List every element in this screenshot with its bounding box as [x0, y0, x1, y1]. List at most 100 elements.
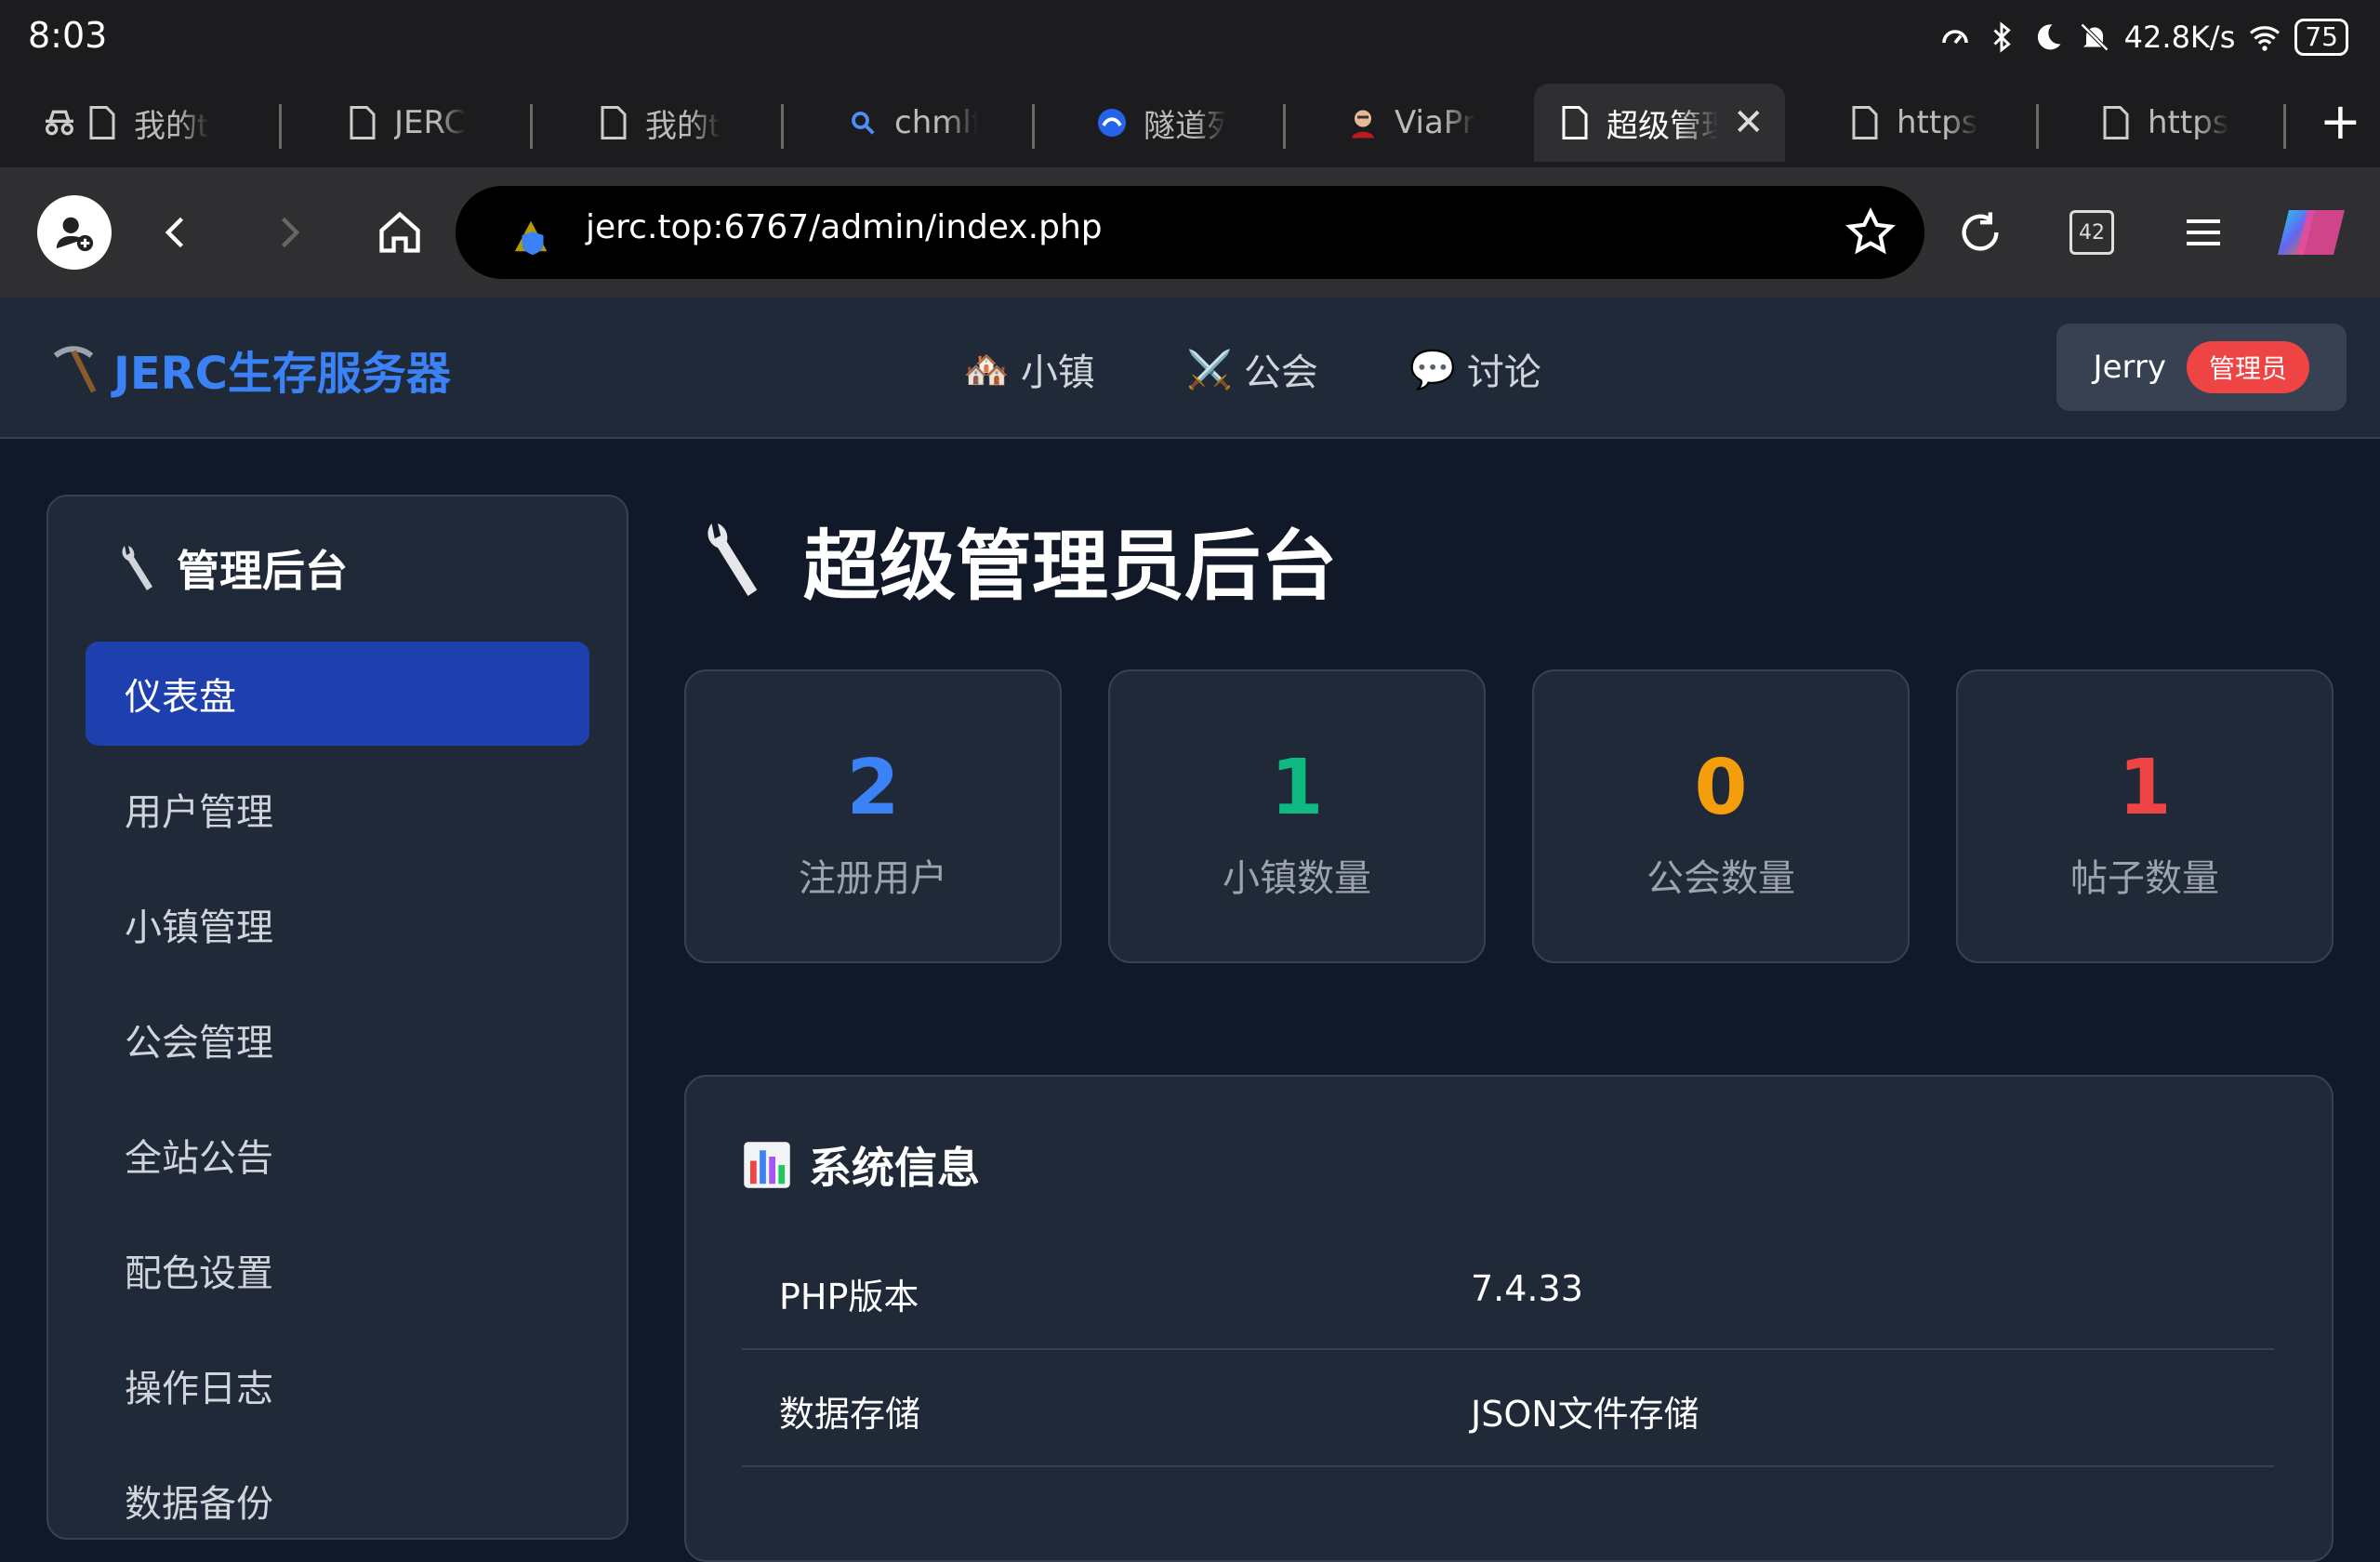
tab-separator [279, 104, 282, 149]
tab-separator [2283, 104, 2286, 149]
nav-discussion[interactable]: 💬 讨论 [1409, 342, 1541, 396]
home-icon [379, 211, 420, 253]
wrench-icon [707, 523, 758, 596]
stat-value: 0 [1694, 744, 1748, 832]
page-title-text: 超级管理员后台 [803, 523, 1338, 611]
menu-button[interactable] [2166, 195, 2241, 270]
info-value: 7.4.33 [1471, 1268, 1583, 1309]
document-icon [595, 104, 632, 141]
tab-2[interactable]: JERC [344, 84, 466, 162]
sidebar-item-towns[interactable]: 小镇管理 [86, 872, 589, 976]
copilot-button[interactable] [2274, 195, 2348, 270]
tab-label: https [2148, 104, 2229, 141]
tab-9[interactable]: https [2097, 84, 2229, 162]
sidebar-item-data-backup[interactable]: 数据备份 [86, 1449, 589, 1553]
info-value: JSON文件存储 [1471, 1394, 1699, 1435]
sidebar-item-users[interactable]: 用户管理 [86, 757, 589, 861]
site-logo-icon [1093, 104, 1130, 141]
tab-8[interactable]: https [1846, 84, 1978, 162]
document-icon [84, 104, 121, 141]
system-info-title-text: 系统信息 [809, 1143, 980, 1193]
tab-label: 我的t [645, 107, 721, 145]
close-tab-icon[interactable]: ✕ [1733, 101, 1765, 144]
sidebar-item-guilds[interactable]: 公会管理 [86, 987, 589, 1092]
incognito-icon [41, 104, 78, 141]
reload-icon [1962, 212, 1999, 251]
search-icon [844, 104, 881, 141]
profile-button[interactable] [37, 195, 112, 270]
speech-bubble-icon: 💬 [1409, 348, 1456, 391]
chevron-left-icon [165, 217, 184, 248]
new-tab-button[interactable]: + [2320, 97, 2361, 147]
wrench-icon [122, 546, 152, 590]
admin-sidebar: 管理后台 仪表盘 用户管理 小镇管理 公会管理 全站公告 配色设置 操作日志 数… [46, 495, 628, 1540]
address-bar[interactable]: jerc.top:6767/admin/index.php [456, 186, 1924, 279]
tab-6[interactable]: ViaPr [1344, 84, 1475, 162]
chevron-right-icon [281, 217, 300, 248]
tab-3[interactable]: 我的t [595, 84, 721, 162]
tab-7-active[interactable]: 超级管理 ✕ [1534, 84, 1785, 162]
hamburger-menu-icon [2187, 219, 2220, 245]
stat-card-guilds: 0 公会数量 [1532, 669, 1910, 963]
nav-label: 小镇 [1020, 351, 1095, 394]
sidebar-item-dashboard[interactable]: 仪表盘 [86, 642, 589, 746]
bookmark-star-icon[interactable] [1844, 206, 1897, 262]
user-name: Jerry [2093, 349, 2166, 386]
sidebar-item-color-settings[interactable]: 配色设置 [86, 1218, 589, 1322]
system-info-card: 系统信息 PHP版本 7.4.33 数据存储 JSON文件存储 [684, 1075, 2334, 1562]
user-menu[interactable]: Jerry 管理员 [2056, 324, 2347, 411]
tab-1[interactable]: 我的t [41, 84, 209, 162]
sidebar-item-announcements[interactable]: 全站公告 [86, 1103, 589, 1207]
network-speed: 42.8K/s [2123, 20, 2236, 55]
bell-off-icon [2080, 22, 2109, 52]
status-bar: 8:03 42.8K/s 75 [0, 0, 2380, 76]
reload-button[interactable] [1943, 195, 2017, 270]
site-brand[interactable]: JERC生存服务器 [46, 337, 451, 402]
document-icon [2097, 104, 2135, 141]
tab-separator [1283, 104, 1286, 149]
tab-switcher-button[interactable]: 42 [2055, 195, 2129, 270]
tab-label: 隧道列 [1144, 107, 1227, 145]
stat-card-users: 2 注册用户 [684, 669, 1062, 963]
battery-icon: 75 [2294, 19, 2348, 56]
tab-label: ViaPr [1395, 104, 1475, 141]
home-button[interactable] [363, 195, 437, 270]
sidebar-item-operation-log[interactable]: 操作日志 [86, 1333, 589, 1437]
houses-icon: 🏘️ [963, 348, 1010, 391]
page-title: 超级管理员后台 [694, 504, 1337, 615]
tab-4[interactable]: chmlf [844, 84, 978, 162]
info-key: PHP版本 [779, 1277, 919, 1317]
tab-5[interactable]: 隧道列 [1093, 84, 1227, 162]
stat-value: 1 [2118, 744, 2172, 832]
nav-town[interactable]: 🏘️ 小镇 [963, 342, 1095, 396]
tab-count-icon: 42 [2069, 210, 2114, 255]
brand-name: JERC生存服务器 [113, 348, 451, 400]
crossed-swords-icon: ⚔️ [1186, 348, 1233, 391]
stat-label: 公会数量 [1646, 857, 1795, 900]
document-icon [344, 104, 381, 141]
info-key: 数据存储 [779, 1394, 921, 1435]
document-icon [1846, 104, 1884, 141]
tab-label: JERC [394, 104, 467, 141]
tab-separator [781, 104, 784, 149]
stat-value: 1 [1270, 744, 1324, 832]
copilot-icon [2278, 210, 2345, 255]
info-row-storage: 数据存储 JSON文件存储 [742, 1350, 2274, 1467]
nav-label: 公会 [1243, 351, 1318, 394]
stat-label: 小镇数量 [1223, 857, 1371, 900]
tab-label: 我的t [134, 107, 210, 145]
document-icon [1556, 104, 1593, 141]
nav-label: 讨论 [1466, 351, 1541, 394]
tab-label: https [1897, 104, 1978, 141]
tab-separator [2036, 104, 2039, 149]
nav-guild[interactable]: ⚔️ 公会 [1186, 342, 1318, 396]
info-row-php: PHP版本 7.4.33 [742, 1233, 2274, 1350]
tab-label: chmlf [894, 104, 978, 141]
sidebar-title-text: 管理后台 [177, 546, 348, 596]
moon-icon [2037, 24, 2061, 50]
pickaxe-icon [53, 346, 97, 393]
forward-button[interactable] [251, 195, 325, 270]
speedometer-icon [1941, 30, 1968, 45]
back-button[interactable] [139, 195, 214, 270]
sidebar-title: 管理后台 [113, 537, 348, 599]
